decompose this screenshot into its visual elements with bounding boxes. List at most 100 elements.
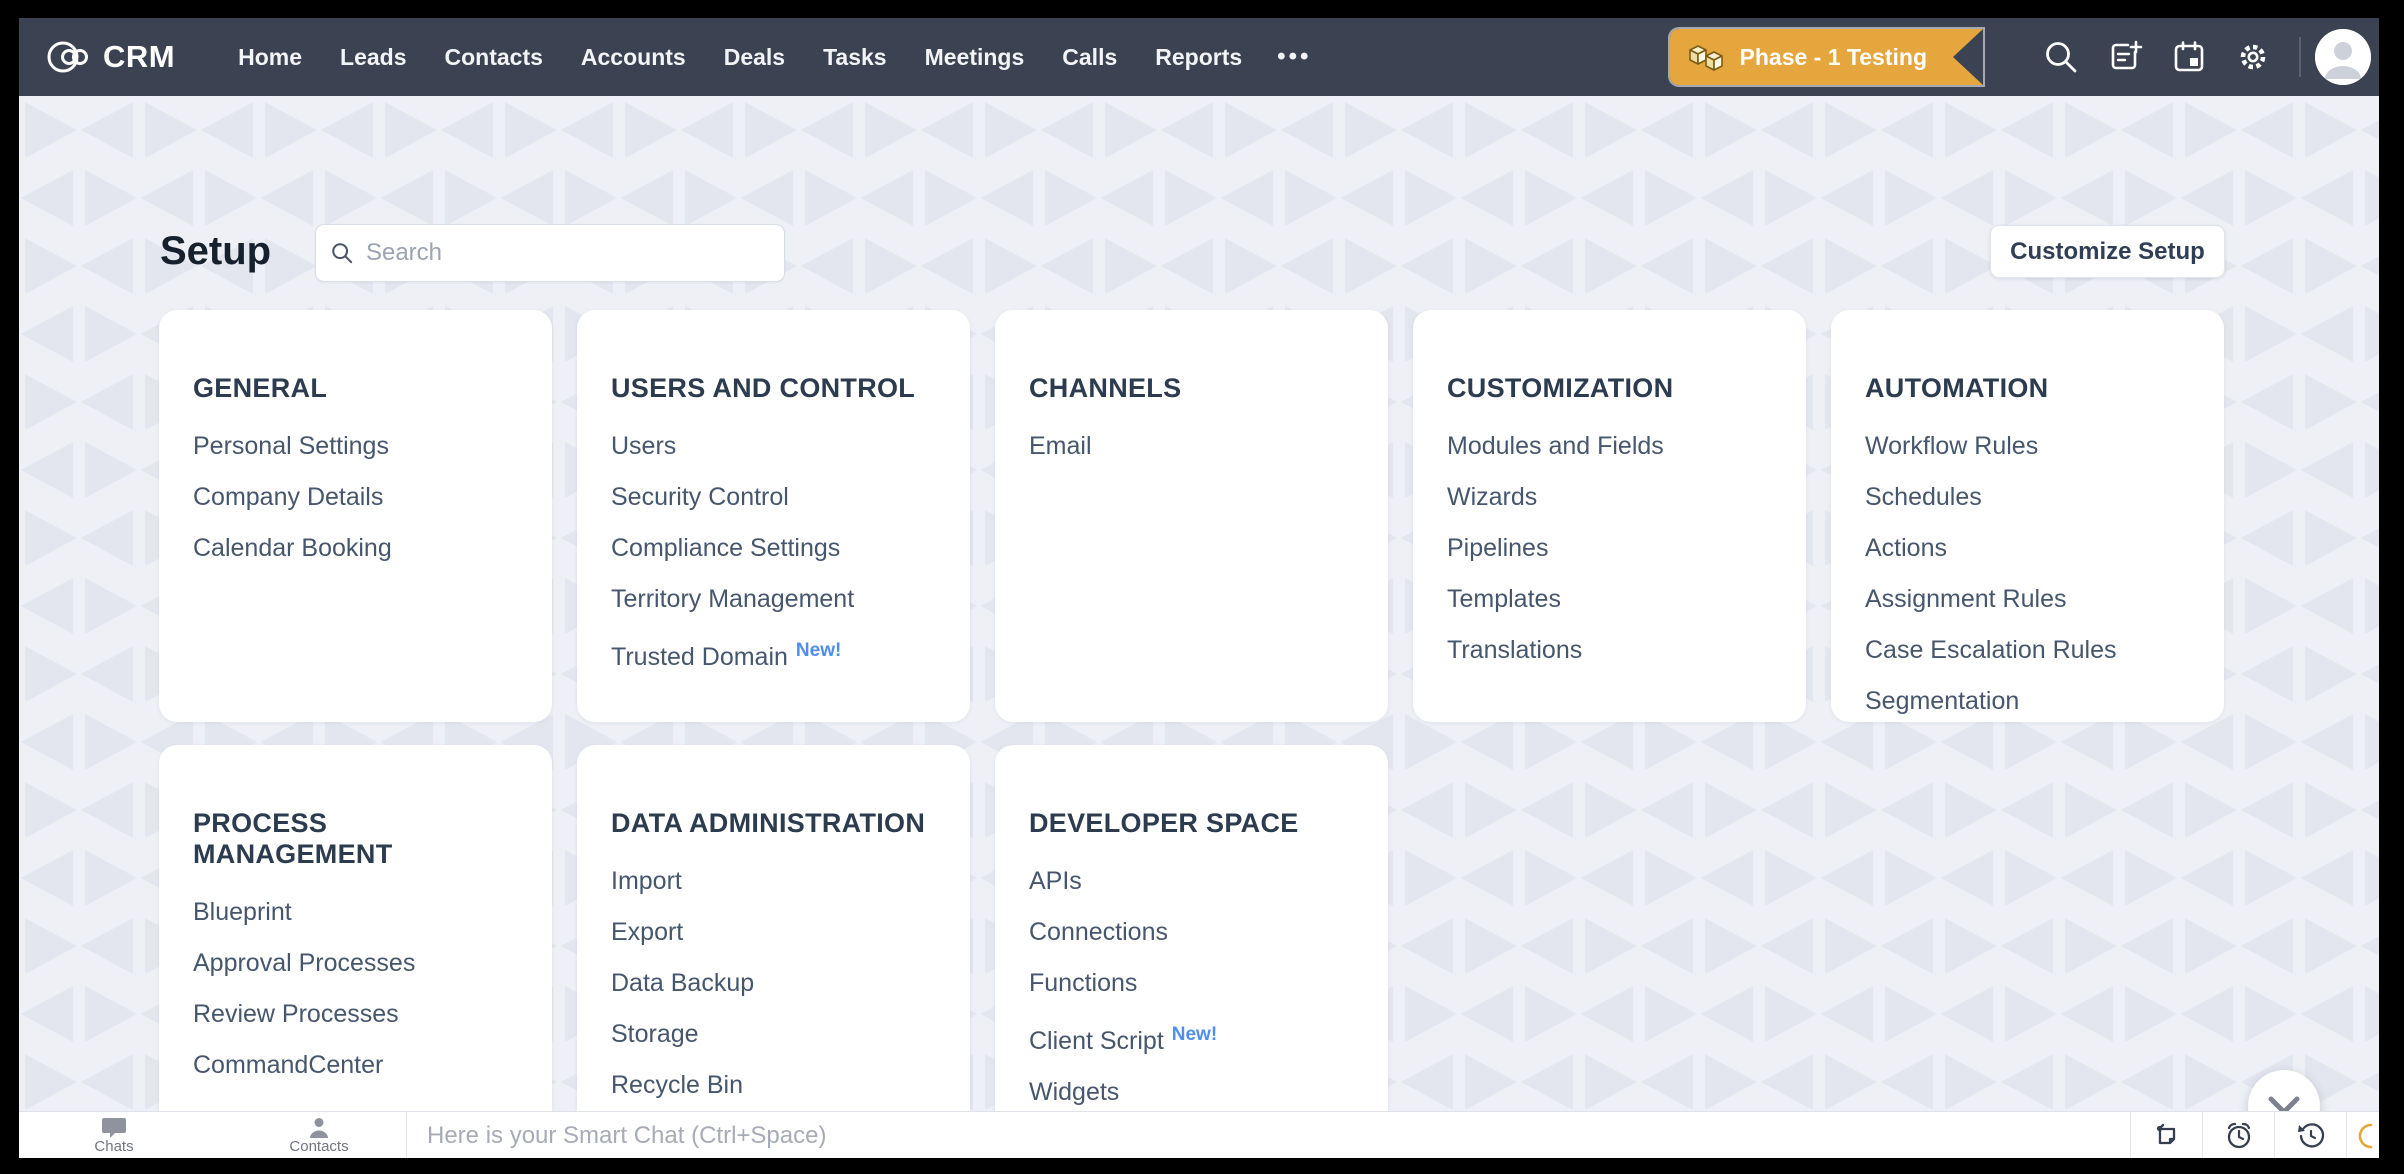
setup-link[interactable]: Trusted DomainNew! <box>611 625 936 683</box>
setup-link[interactable]: APIs <box>1029 856 1354 907</box>
setup-link-label[interactable]: Recycle Bin <box>611 1071 743 1099</box>
card-title: DATA ADMINISTRATION <box>611 808 936 839</box>
setup-link-label[interactable]: Approval Processes <box>193 949 415 977</box>
calendar-icon[interactable] <box>2170 38 2208 76</box>
setup-link[interactable]: Wizards <box>1447 472 1772 523</box>
setup-link[interactable]: Workflow Rules <box>1865 421 2190 472</box>
setup-link-label[interactable]: Widgets <box>1029 1078 1119 1106</box>
setup-link-label[interactable]: Compliance Settings <box>611 534 840 562</box>
setup-link-label[interactable]: Schedules <box>1865 483 1982 511</box>
setup-link-label[interactable]: Personal Settings <box>193 432 389 460</box>
customize-setup-button[interactable]: Customize Setup <box>1990 225 2225 278</box>
setup-link-label[interactable]: Import <box>611 867 682 895</box>
nav-item-reports[interactable]: Reports <box>1136 44 1261 71</box>
setup-link[interactable]: Connections <box>1029 907 1354 958</box>
brand[interactable]: CRM <box>45 37 175 77</box>
setup-link-label[interactable]: Case Escalation Rules <box>1865 636 2117 664</box>
setup-link[interactable]: Actions <box>1865 523 2190 574</box>
setup-link-label[interactable]: Functions <box>1029 969 1137 997</box>
setup-link[interactable]: Functions <box>1029 958 1354 1009</box>
setup-link[interactable]: Security Control <box>611 472 936 523</box>
setup-link-label[interactable]: Territory Management <box>611 585 854 613</box>
setup-link-label[interactable]: Actions <box>1865 534 1947 562</box>
setup-link[interactable]: Company Details <box>193 472 518 523</box>
footer-tab-contacts[interactable]: Contacts <box>264 1112 374 1158</box>
setup-link[interactable]: Client ScriptNew! <box>1029 1009 1354 1067</box>
setup-link-label[interactable]: APIs <box>1029 867 1082 895</box>
setup-link-label[interactable]: Connections <box>1029 918 1168 946</box>
setup-cards-row-2: PROCESS MANAGEMENT BlueprintApproval Pro… <box>159 745 1388 1111</box>
setup-link-label[interactable]: CommandCenter <box>193 1051 383 1079</box>
setup-link[interactable]: Assignment Rules <box>1865 574 2190 625</box>
history-button[interactable] <box>2275 1112 2346 1158</box>
user-avatar[interactable] <box>2315 29 2371 85</box>
setup-link-label[interactable]: Assignment Rules <box>1865 585 2066 613</box>
search-icon[interactable] <box>2042 38 2080 76</box>
setup-link-label[interactable]: Email <box>1029 432 1092 460</box>
card-title: DEVELOPER SPACE <box>1029 808 1354 839</box>
settings-gear-icon[interactable] <box>2234 38 2272 76</box>
cut-off-footer-icon[interactable] <box>2347 1112 2379 1158</box>
setup-link[interactable]: Import <box>611 856 936 907</box>
phase-badge[interactable]: Phase - 1 Testing <box>1670 29 1983 85</box>
nav-item-accounts[interactable]: Accounts <box>562 44 705 71</box>
setup-link[interactable]: CommandCenter <box>193 1040 518 1091</box>
setup-link[interactable]: Personal Settings <box>193 421 518 472</box>
setup-link-label[interactable]: Security Control <box>611 483 789 511</box>
setup-link-label[interactable]: Client Script <box>1029 1027 1164 1055</box>
setup-link-label[interactable]: Data Backup <box>611 969 754 997</box>
nav-item-meetings[interactable]: Meetings <box>906 44 1044 71</box>
footer-tab-chats[interactable]: Chats <box>59 1112 169 1158</box>
setup-link[interactable]: Translations <box>1447 625 1772 676</box>
smart-chat-input[interactable] <box>425 1112 2105 1158</box>
setup-link-label[interactable]: Segmentation <box>1865 687 2019 715</box>
nav-item-calls[interactable]: Calls <box>1043 44 1136 71</box>
setup-link-label[interactable]: Review Processes <box>193 1000 399 1028</box>
setup-link[interactable]: Data Backup <box>611 958 936 1009</box>
reminders-button[interactable] <box>2203 1112 2274 1158</box>
setup-link-label[interactable]: Export <box>611 918 683 946</box>
setup-link-label[interactable]: Storage <box>611 1020 699 1048</box>
setup-link[interactable]: Schedules <box>1865 472 2190 523</box>
setup-link[interactable]: Users <box>611 421 936 472</box>
nav-item-tasks[interactable]: Tasks <box>804 44 906 71</box>
setup-link[interactable]: Segmentation <box>1865 676 2190 727</box>
setup-link[interactable]: Email <box>1029 421 1354 472</box>
setup-link[interactable]: Blueprint <box>193 887 518 938</box>
setup-link[interactable]: Compliance Settings <box>611 523 936 574</box>
setup-link[interactable]: Storage <box>611 1009 936 1060</box>
nav-item-deals[interactable]: Deals <box>705 44 804 71</box>
setup-search-input[interactable] <box>364 238 770 268</box>
card-items: Email <box>1029 421 1354 472</box>
setup-link[interactable]: Case Escalation Rules <box>1865 625 2190 676</box>
nav-item-contacts[interactable]: Contacts <box>426 44 562 71</box>
setup-link[interactable]: Calendar Booking <box>193 523 518 574</box>
setup-link-label[interactable]: Company Details <box>193 483 383 511</box>
card-items: Personal Settings Company Details Calendar… <box>193 421 518 574</box>
setup-link-label[interactable]: Templates <box>1447 585 1561 613</box>
setup-link[interactable]: Review Processes <box>193 989 518 1040</box>
setup-link[interactable]: Modules and Fields <box>1447 421 1772 472</box>
nav-more-button[interactable]: ••• <box>1261 43 1327 71</box>
setup-link-label[interactable]: Pipelines <box>1447 534 1548 562</box>
setup-link[interactable]: Pipelines <box>1447 523 1772 574</box>
setup-link[interactable]: Territory Management <box>611 574 936 625</box>
setup-link[interactable]: Recycle Bin <box>611 1060 936 1111</box>
setup-link[interactable]: Widgets <box>1029 1067 1354 1111</box>
nav-item-home[interactable]: Home <box>219 44 321 71</box>
setup-link-label[interactable]: Trusted Domain <box>611 643 788 671</box>
compose-note-icon[interactable] <box>2106 38 2144 76</box>
setup-link-label[interactable]: Translations <box>1447 636 1582 664</box>
card-items: Import Export Data Backup Storage Recycle Bi… <box>611 856 936 1111</box>
setup-link[interactable]: Export <box>611 907 936 958</box>
nav-item-leads[interactable]: Leads <box>321 44 425 71</box>
setup-link[interactable]: Approval Processes <box>193 938 518 989</box>
setup-link-label[interactable]: Calendar Booking <box>193 534 392 562</box>
setup-link-label[interactable]: Users <box>611 432 676 460</box>
setup-link-label[interactable]: Modules and Fields <box>1447 432 1664 460</box>
setup-link-label[interactable]: Workflow Rules <box>1865 432 2038 460</box>
setup-link[interactable]: Templates <box>1447 574 1772 625</box>
sticky-notes-button[interactable] <box>2131 1112 2202 1158</box>
setup-link-label[interactable]: Blueprint <box>193 898 292 926</box>
setup-link-label[interactable]: Wizards <box>1447 483 1537 511</box>
